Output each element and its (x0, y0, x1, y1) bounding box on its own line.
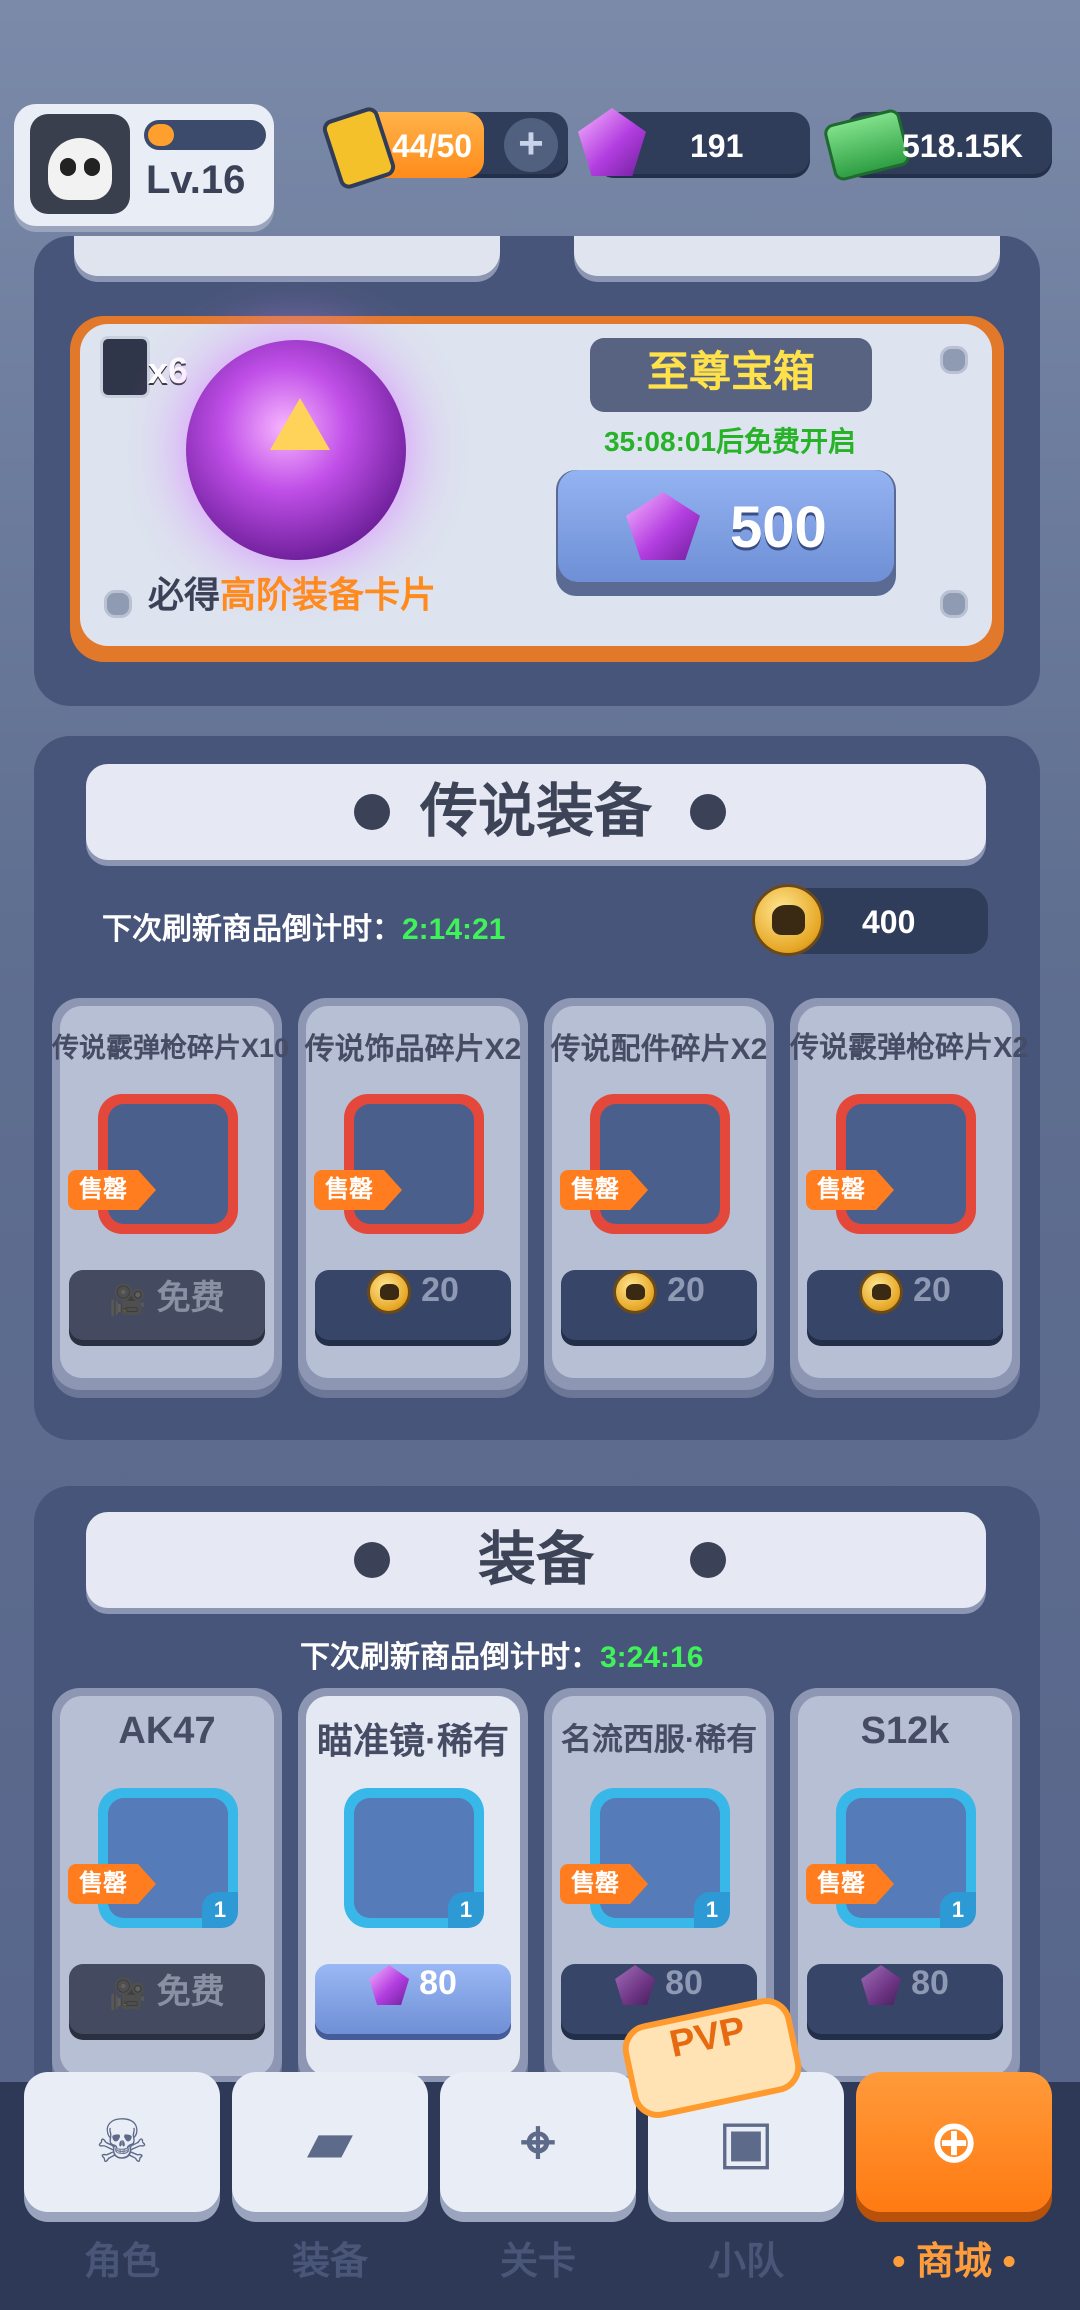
item-qty: 1 (448, 1892, 484, 1928)
free-button[interactable]: 🎥 免费 (69, 1270, 265, 1340)
gun-icon: ▰ (306, 2107, 354, 2177)
item-name: 瞄准镜·稀有 (317, 1720, 509, 1761)
nav-label-equipment: 装备 (291, 2241, 368, 2283)
gem-value: 191 (690, 128, 744, 164)
video-icon: 🎥 (109, 1283, 147, 1317)
item-name: 名流西服·稀有 (560, 1722, 758, 1757)
item-name: AK47 (118, 1710, 216, 1752)
sold-out-tag: 售罄 (68, 1170, 156, 1210)
map-pin-icon: ⌖ (521, 2107, 555, 2177)
nav-label-shop: • 商城 • (892, 2241, 1016, 2283)
shop-item-legendary-shotgun-x10[interactable]: 传说霰弹枪碎片X10 售罄 🎥 免费 (52, 998, 290, 1390)
add-energy-button[interactable]: + (504, 118, 558, 172)
title-dot (354, 794, 390, 830)
buy-button[interactable]: 20 (561, 1270, 757, 1340)
shop-item-legendary-accessory[interactable]: 传说饰品碎片X2 售罄 20 (298, 998, 528, 1390)
gem-icon (615, 1965, 656, 2006)
chest-title: 至尊宝箱 (590, 338, 872, 412)
card-icon (100, 336, 150, 398)
bolt-icon (104, 590, 132, 618)
coin-balance-value: 400 (862, 904, 916, 940)
item-name: S12k (860, 1710, 950, 1752)
video-icon: 🎥 (109, 1977, 147, 2011)
buy-button[interactable]: 80 (807, 1964, 1003, 2034)
chest-price: 500 (730, 495, 827, 560)
shop-item-legendary-attachment[interactable]: 传说配件碎片X2 售罄 20 (544, 998, 774, 1390)
shop-icon: ⊕ (928, 2107, 980, 2177)
nav-label-squad: 小队 (707, 2241, 784, 2283)
orb-emblem (270, 398, 330, 450)
bolt-icon (940, 590, 968, 618)
gamepad-icon: ▣ (717, 2107, 775, 2177)
skull-avatar-icon (30, 114, 130, 214)
chest-subtitle: 必得高阶装备卡片 (148, 574, 437, 615)
item-qty: 1 (694, 1892, 730, 1928)
sold-out-tag: 售罄 (560, 1170, 648, 1210)
shop-item-legendary-shotgun-x2[interactable]: 传说霰弹枪碎片X2 售罄 20 (790, 998, 1029, 1390)
nav-equipment[interactable]: ▰ (232, 2072, 428, 2212)
player-level: Lv.16 (146, 158, 246, 202)
coin-icon (859, 1270, 904, 1314)
nav-stages[interactable]: ⌖ (440, 2072, 636, 2212)
item-name: 传说霰弹枪碎片X2 (790, 1032, 1029, 1064)
equipment-refresh: 下次刷新商品倒计时：3:24:16 (300, 1641, 704, 1674)
item-qty: 1 (940, 1892, 976, 1928)
shop-item-scope-rare[interactable]: 瞄准镜·稀有 1 80 (298, 1688, 528, 2088)
orb-chest-icon (186, 340, 406, 560)
shop-item-s12k[interactable]: S12k 1 售罄 80 (790, 1688, 1020, 2088)
title-dot (354, 1542, 390, 1578)
card-count: x6 (148, 350, 189, 391)
chest-timer: 35:08:01后免费开启 (603, 426, 857, 457)
buy-button[interactable]: 20 (315, 1270, 511, 1340)
nav-character[interactable]: ☠ (24, 2072, 220, 2212)
item-name: 传说霰弹枪碎片X10 (52, 1033, 290, 1063)
xp-fill (148, 124, 174, 146)
nav-shop[interactable]: ⊕ (856, 2072, 1052, 2212)
chest-buy-button[interactable] (558, 470, 894, 582)
coin-icon (613, 1270, 658, 1314)
cash-value: 518.15K (902, 128, 1023, 164)
item-name: 传说配件碎片X2 (550, 1033, 768, 1066)
shop-item-ak47[interactable]: AK47 1 售罄 🎥 免费 (52, 1688, 282, 2088)
gem-icon (861, 1965, 902, 2006)
title-dot (690, 794, 726, 830)
sold-out-tag: 售罄 (806, 1864, 894, 1904)
legendary-title: 传说装备 (86, 764, 986, 860)
item-qty: 1 (202, 1892, 238, 1928)
nav-label-stages: 关卡 (499, 2241, 576, 2283)
skull-icon: ☠ (95, 2107, 149, 2177)
player-card[interactable]: Lv.16 (14, 104, 274, 226)
sold-out-tag: 售罄 (68, 1864, 156, 1904)
bolt-icon (940, 346, 968, 374)
sold-out-tag: 售罄 (560, 1864, 648, 1904)
sold-out-tag: 售罄 (806, 1170, 894, 1210)
equipment-title: 装备 (86, 1512, 986, 1608)
previous-card-edge (574, 236, 1000, 276)
buy-button[interactable]: 80 (315, 1964, 511, 2034)
previous-card-edge (74, 236, 500, 276)
legendary-refresh: 下次刷新商品倒计时：2:14:21 (102, 913, 506, 946)
energy-value: 44/50 (392, 128, 473, 164)
gem-icon (369, 1965, 410, 2006)
title-dot (690, 1542, 726, 1578)
coin-icon (367, 1270, 412, 1314)
coin-icon (752, 884, 824, 956)
free-button[interactable]: 🎥 免费 (69, 1964, 265, 2034)
nav-label-character: 角色 (83, 2241, 160, 2283)
sold-out-tag: 售罄 (314, 1170, 402, 1210)
buy-button[interactable]: 20 (807, 1270, 1003, 1340)
item-name: 传说饰品碎片X2 (304, 1033, 522, 1066)
